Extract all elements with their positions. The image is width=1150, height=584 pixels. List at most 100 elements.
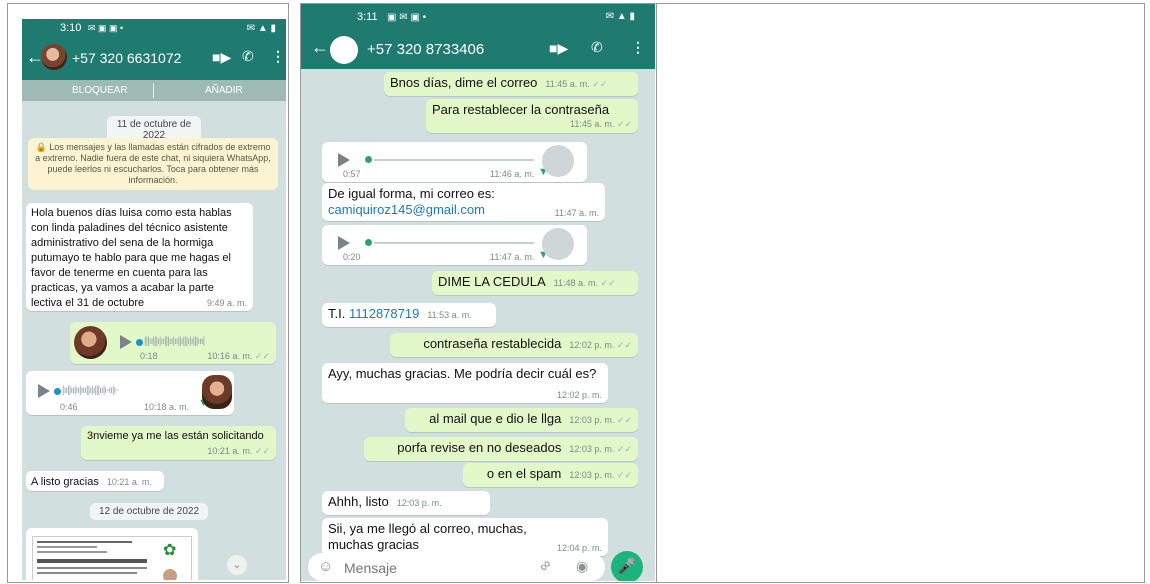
notification-icons: ✉ ▣ ▣ • — [88, 23, 124, 33]
voice-time: 11:47 a. m. — [490, 252, 535, 262]
message-outgoing: Bnos días, dime el correo 11:45 a. m. ✓✓ — [384, 72, 638, 96]
scroll-down-icon[interactable]: ⌄ — [227, 555, 247, 575]
playback-dot[interactable] — [136, 339, 143, 346]
message-text: Ahhh, listo — [328, 494, 389, 509]
status-time: 3:10 — [60, 22, 82, 34]
sena-logo-icon: ✿ — [163, 542, 177, 559]
message-time: 11:47 a. m. — [554, 208, 599, 218]
block-button[interactable]: BLOQUEAR — [72, 85, 128, 96]
message-time: 12:03 p. m. ✓✓ — [569, 415, 632, 425]
contact-name[interactable]: +57 320 8733406 — [367, 41, 484, 58]
message-text: T.I. — [328, 306, 349, 321]
contact-avatar[interactable] — [41, 44, 67, 70]
message-time: 12:02 p. m. ✓✓ — [569, 340, 632, 350]
camera-icon[interactable]: ◉ — [576, 558, 588, 575]
message-text: DIME LA CEDULA — [438, 274, 546, 289]
attach-icon[interactable]: ∞ — [536, 556, 556, 576]
sender-avatar — [202, 375, 232, 409]
sender-avatar — [74, 326, 107, 359]
chat-header: ← +57 320 8733406 ■▶ ✆ ⋮ — [301, 29, 655, 69]
right-phone-screen: 3:11 ▣ ✉ ▣ • ✉ ▲ ▮ ← +57 320 8733406 ■▶ … — [301, 4, 655, 581]
status-bar: 3:11 ▣ ✉ ▣ • ✉ ▲ ▮ — [301, 4, 655, 29]
encryption-notice[interactable]: 🔒 Los mensajes y las llamadas están cifr… — [28, 138, 278, 190]
message-incoming: Ahhh, listo 12:03 p. m. — [322, 491, 490, 515]
contact-name[interactable]: +57 320 6631072 — [72, 50, 181, 66]
message-time: 11:45 a. m. ✓✓ — [545, 79, 608, 89]
message-outgoing: al mail que e dio le llga 12:03 p. m. ✓✓ — [405, 408, 638, 432]
voice-duration: 0:18 — [140, 351, 158, 361]
message-text: Para restablecer la contraseña — [432, 102, 610, 117]
left-phone-screen: 3:10 ✉ ▣ ▣ • ✉ ▲ ▮ ← +57 320 6631072 ■▶ … — [22, 19, 286, 580]
message-text: Ayy, muchas gracias. Me podría decir cuá… — [328, 366, 597, 381]
message-text: Hola buenos días luisa como esta hablas … — [31, 207, 232, 309]
phone-call-icon[interactable]: ✆ — [591, 39, 603, 56]
voice-duration: 0:20 — [343, 252, 361, 262]
message-input[interactable] — [342, 557, 516, 579]
playback-dot[interactable] — [54, 388, 61, 395]
voice-message-outgoing[interactable]: |||ıı|||ı|ıı|||ıı|ıı||ı|||ı|ı|||ııı| 0:1… — [70, 322, 276, 364]
message-text: contraseña restablecida — [423, 336, 562, 351]
message-input-bar[interactable]: ☺ ∞ ◉ — [308, 553, 605, 581]
play-icon[interactable] — [338, 236, 350, 250]
message-text: al mail que e dio le llga — [429, 411, 562, 426]
emoji-icon[interactable]: ☺ — [318, 558, 333, 575]
divider — [153, 83, 154, 98]
play-icon[interactable] — [338, 153, 350, 167]
video-call-icon[interactable]: ■▶ — [549, 40, 568, 57]
phone-call-icon[interactable]: ✆ — [242, 48, 254, 65]
message-text: porfa revise en no deseados — [397, 440, 562, 455]
message-incoming: Hola buenos días luisa como esta hablas … — [26, 203, 253, 311]
message-time: 12:04 p. m. — [556, 543, 602, 553]
voice-message-incoming[interactable]: 0:57 11:46 a. m. ▼ — [322, 142, 587, 182]
voice-message-incoming[interactable]: 0:20 11:47 a. m. ▼ — [322, 225, 587, 265]
status-time: 3:11 — [357, 11, 378, 23]
waveform[interactable]: |ıı||ıı|ıı|ııı||ı|ı|||ıı|ı-ıı|ı- — [62, 385, 192, 396]
waveform[interactable]: |||ıı|||ı|ıı|||ıı|ıı||ı|||ı|ı|||ııı| — [144, 336, 270, 347]
voice-message-incoming[interactable]: |ıı||ıı|ıı|ııı||ı|ı|||ıı|ı-ıı|ı- 0:46 10… — [26, 371, 234, 415]
message-time: 12:03 p. m. ✓✓ — [569, 444, 632, 454]
date-chip: 12 de octubre de 2022 — [90, 503, 208, 520]
more-options-icon[interactable]: ⋮ — [271, 48, 285, 65]
message-text: De igual forma, mi correo es: — [328, 186, 495, 201]
playback-track[interactable] — [374, 242, 534, 244]
mic-send-button[interactable]: 🎤 — [611, 551, 643, 581]
document-message[interactable]: ✿ — [26, 528, 198, 580]
id-number-link[interactable]: 1112878719 — [349, 306, 419, 321]
message-time: 12:03 p. m. ✓✓ — [569, 470, 632, 480]
action-bar: BLOQUEAR AÑADIR — [22, 80, 286, 101]
sender-avatar — [542, 228, 574, 260]
voice-time: 10:16 a. m. ✓✓ — [207, 351, 270, 361]
add-contact-button[interactable]: AÑADIR — [205, 85, 243, 96]
message-time: 12:02 p. m. — [556, 390, 602, 400]
message-time: 9:49 a. m. — [206, 298, 247, 308]
video-call-icon[interactable]: ■▶ — [212, 49, 231, 66]
notification-icons: ▣ ✉ ▣ • — [387, 12, 427, 23]
playback-track[interactable] — [374, 159, 534, 161]
message-outgoing: o en el spam 12:03 p. m. ✓✓ — [463, 463, 638, 487]
play-icon[interactable] — [120, 335, 132, 349]
message-text: A listo gracias — [31, 476, 99, 488]
playback-dot[interactable] — [365, 156, 372, 163]
chat-header: ← +57 320 6631072 ■▶ ✆ ⋮ — [22, 37, 286, 80]
message-outgoing: 3nvieme ya me las están solicitando 10:2… — [81, 426, 276, 460]
signal-battery-icon: ✉ ▲ ▮ — [246, 23, 276, 34]
message-time: 10:21 a. m. — [106, 477, 152, 487]
contact-avatar[interactable] — [330, 36, 358, 64]
signal-battery-icon: ✉ ▲ ▮ — [605, 11, 635, 22]
playback-dot[interactable] — [365, 239, 372, 246]
message-outgoing: DIME LA CEDULA 11:48 a. m. ✓✓ — [432, 271, 638, 295]
message-time: 10:21 a. m. ✓✓ — [207, 446, 270, 456]
message-time: 11:45 a. m. ✓✓ — [570, 119, 632, 129]
document-preview[interactable]: ✿ — [32, 536, 192, 580]
message-time: 11:48 a. m. ✓✓ — [553, 278, 616, 288]
message-outgoing: contraseña restablecida 12:02 p. m. ✓✓ — [390, 333, 638, 357]
photo-thumbnail — [163, 569, 177, 580]
more-options-icon[interactable]: ⋮ — [631, 39, 645, 56]
play-icon[interactable] — [38, 384, 50, 398]
status-bar: 3:10 ✉ ▣ ▣ • ✉ ▲ ▮ — [22, 19, 286, 37]
sender-avatar — [542, 145, 574, 177]
message-incoming: A listo gracias 10:21 a. m. — [26, 471, 164, 491]
message-incoming: De igual forma, mi correo es: camiquiroz… — [322, 183, 605, 221]
back-arrow-icon[interactable]: ← — [311, 37, 329, 58]
voice-duration: 0:57 — [343, 169, 361, 179]
